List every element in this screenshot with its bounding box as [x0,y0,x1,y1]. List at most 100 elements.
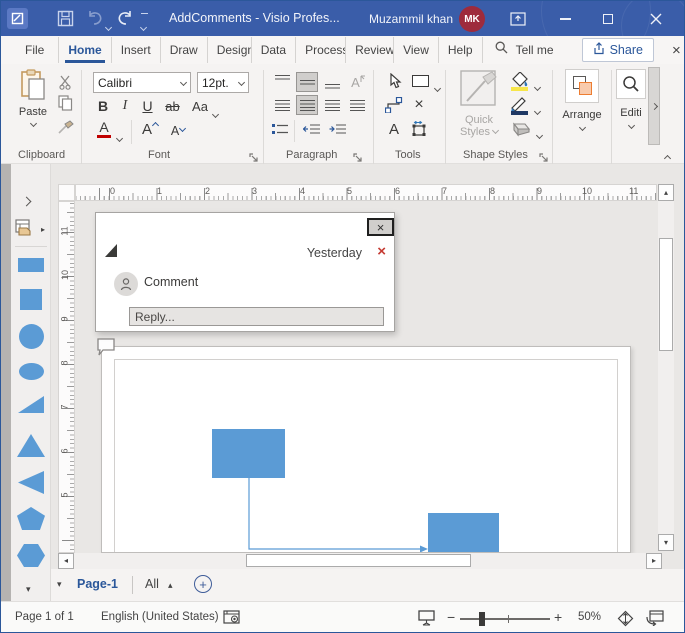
editing-button[interactable]: Editi [614,69,648,128]
drawing-page[interactable] [101,346,631,553]
page-tab-page1[interactable]: Page-1 [77,577,118,591]
chevron-down-icon[interactable] [537,125,542,143]
increase-indent-button[interactable] [326,119,348,139]
tab-draw[interactable]: Draw [161,37,208,63]
connection-point-tool-icon[interactable]: × [409,95,429,115]
connector-tool-icon[interactable] [383,95,405,115]
language-status[interactable]: English (United States) [101,611,219,623]
chevron-down-icon[interactable] [535,101,540,119]
all-pages-tab[interactable]: All [145,577,159,591]
stencil-rectangle[interactable] [18,258,44,272]
tab-view[interactable]: View [394,37,439,63]
all-pages-expand-icon[interactable]: ▴ [168,580,173,591]
stencil-icon[interactable] [15,219,37,242]
cut-icon[interactable] [55,73,75,91]
close-comment-icon[interactable]: × [367,218,394,236]
tab-insert[interactable]: Insert [112,37,161,63]
stencil-circle[interactable] [19,324,44,349]
page-list-icon[interactable]: ▾ [57,579,62,590]
stencil-pentagon[interactable] [17,507,45,530]
chevron-down-icon[interactable] [213,104,218,122]
reply-input[interactable] [129,307,384,326]
font-color-button[interactable]: A [96,119,112,139]
stencil-left-triangle[interactable] [18,471,44,494]
vertical-scrollbar-thumb[interactable] [659,238,673,351]
stencil-ellipse[interactable] [19,363,44,380]
align-top-button[interactable] [271,72,293,92]
scroll-shapes-down-icon[interactable]: ▾ [26,584,31,595]
diagram-shape-1[interactable] [212,429,285,478]
arrange-button[interactable]: Arrange [557,69,607,130]
redo-icon[interactable] [116,10,134,27]
scroll-down-icon[interactable]: ▾ [658,534,674,551]
free-transform-icon[interactable] [407,119,429,139]
close-pane-icon[interactable]: × [672,42,681,59]
align-left-button[interactable] [271,95,293,115]
align-center-button[interactable] [296,95,318,115]
delete-comment-icon[interactable]: × [377,244,386,259]
customize-quick-access-icon[interactable] [141,13,148,35]
expand-shapes-icon[interactable] [23,192,30,210]
chevron-down-icon[interactable] [117,128,122,146]
stencil-square[interactable] [20,289,42,310]
tell-me-box[interactable]: Tell me [495,41,554,59]
underline-button[interactable]: U [139,96,156,116]
align-bottom-button[interactable] [321,72,343,92]
font-family-combobox[interactable]: Calibri [93,72,191,93]
zoom-out-icon[interactable]: − [447,609,455,625]
undo-icon[interactable] [86,10,104,27]
macro-recording-icon[interactable] [223,610,240,628]
font-dialog-launcher-icon[interactable] [249,150,259,160]
chevron-down-icon[interactable] [535,77,540,95]
fill-color-icon[interactable] [509,71,531,91]
justify-button[interactable] [346,95,368,115]
minimize-button[interactable] [550,4,580,34]
maximize-button[interactable] [593,4,623,34]
stencil-flyout-icon[interactable]: ▸ [41,225,45,234]
font-size-combobox[interactable]: 12pt. [197,72,249,93]
ribbon-display-options-icon[interactable] [503,4,533,34]
shapes-window-edge[interactable] [1,164,11,601]
zoom-slider[interactable] [460,618,550,620]
italic-button[interactable]: I [117,96,133,116]
copy-icon[interactable] [55,94,75,112]
pointer-tool-icon[interactable] [385,71,405,91]
diagram-shape-2[interactable] [428,513,499,553]
fit-page-icon[interactable] [617,610,634,630]
shape-styles-dialog-launcher-icon[interactable] [539,150,549,160]
shrink-font-button[interactable]: A [167,120,189,142]
comment-indicator-icon[interactable] [96,337,117,363]
undo-dropdown-icon[interactable] [106,17,111,35]
tab-process[interactable]: Process [296,37,346,63]
ribbon-scroll-right-button[interactable] [648,67,660,145]
tab-review[interactable]: Review [346,37,394,63]
format-painter-icon[interactable] [55,119,75,137]
grow-font-button[interactable]: A [139,118,161,140]
align-right-button[interactable] [321,95,343,115]
bullets-button[interactable] [269,119,291,139]
tab-help[interactable]: Help [439,37,483,63]
zoom-in-icon[interactable]: + [554,609,562,625]
page-info[interactable]: Page 1 of 1 [15,611,74,623]
scroll-left-icon[interactable]: ◂ [58,553,74,569]
comment-collapse-triangle-icon[interactable] [105,244,117,257]
zoom-slider-thumb[interactable] [479,612,485,626]
rectangle-tool-icon[interactable] [409,73,431,89]
decrease-indent-button[interactable] [300,119,322,139]
drawing-canvas[interactable]: 0 1 2 3 4 5 6 7 8 9 10 11 11 10 9 8 7 6 … [51,164,685,569]
align-middle-button[interactable] [296,72,318,92]
avatar[interactable]: MK [459,6,485,32]
save-icon[interactable] [57,10,74,27]
strikethrough-button[interactable]: ab [162,96,183,116]
tab-design[interactable]: Design [208,37,252,63]
switch-windows-icon[interactable] [646,610,664,629]
share-button[interactable]: Share [582,38,654,62]
zoom-level[interactable]: 50% [578,611,601,623]
scroll-right-icon[interactable]: ▸ [646,553,662,569]
presentation-mode-icon[interactable] [418,610,435,629]
stencil-triangle[interactable] [17,434,45,457]
chevron-down-icon[interactable] [435,78,440,96]
quick-styles-button[interactable]: Quick Styles [453,69,505,138]
horizontal-scrollbar-thumb[interactable] [246,554,471,567]
stencil-right-triangle[interactable] [18,396,44,413]
